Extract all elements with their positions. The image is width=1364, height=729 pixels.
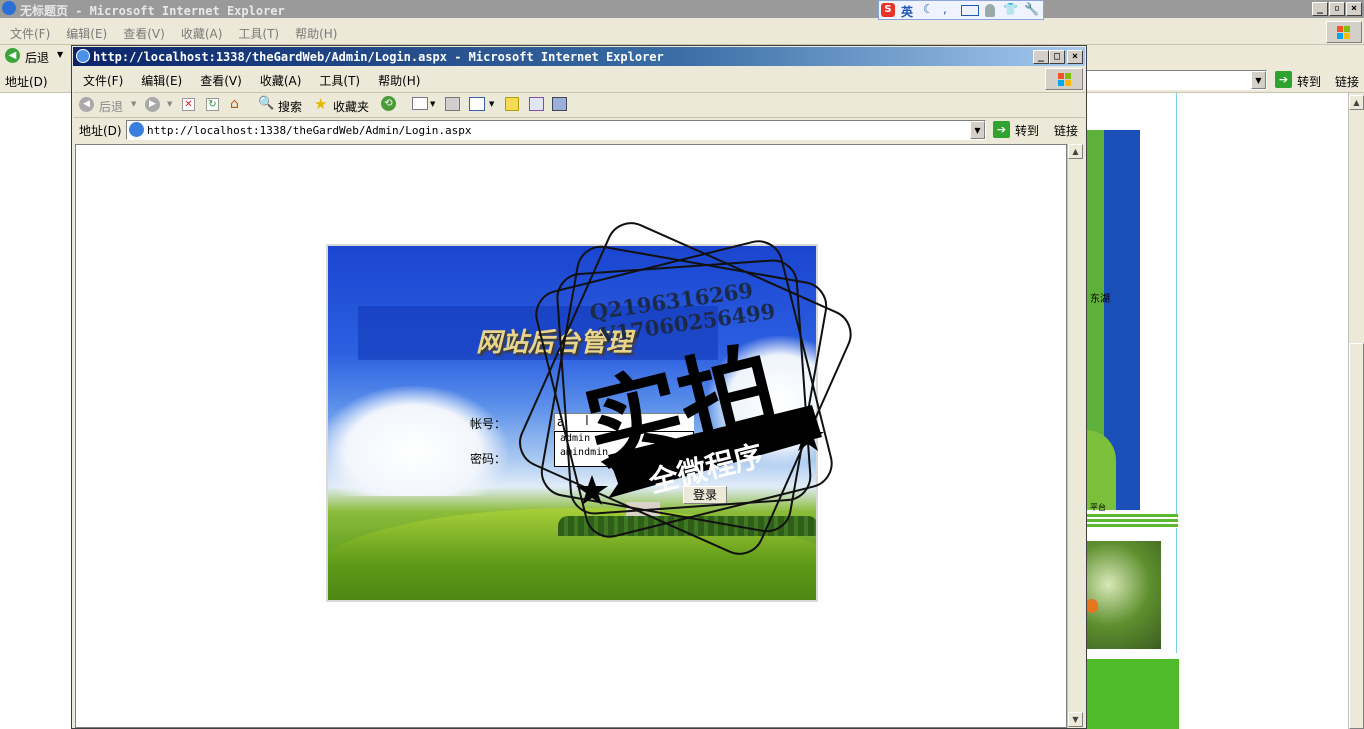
inner-menu-item-4[interactable]: 工具(T) (319, 74, 360, 88)
back-arrow-icon[interactable]: ◀ (5, 48, 20, 63)
account-label: 帐号： (470, 417, 507, 431)
outer-go-icon[interactable]: ➔ (1275, 71, 1292, 88)
mail-icon[interactable] (412, 97, 428, 110)
outer-scroll-thumb[interactable] (1349, 343, 1364, 729)
outer-title-bar: 无标题页 - Microsoft Internet Explorer _ ▫ × (0, 0, 1364, 18)
inner-window: http://localhost:1338/theGardWeb/Admin/L… (71, 45, 1087, 729)
mail-dropdown[interactable]: ▼ (430, 100, 435, 108)
bg-label-platform: 平台 (1090, 503, 1106, 512)
inner-maximize-button[interactable]: □ (1049, 50, 1065, 64)
outer-back-dropdown[interactable]: ▼ (57, 50, 63, 59)
inner-forward-dropdown[interactable]: ▼ (167, 100, 172, 108)
inner-scroll-down-button[interactable]: ▼ (1068, 712, 1083, 727)
outer-menu-item-1[interactable]: 编辑(E) (66, 27, 107, 41)
outer-close-button[interactable]: × (1346, 2, 1362, 16)
edit-dropdown[interactable]: ▼ (489, 100, 494, 108)
inner-window-title: http://localhost:1338/theGardWeb/Admin/L… (93, 50, 664, 64)
edit-icon[interactable] (469, 97, 485, 111)
inner-toolbar: ◀ 后退 ▼ ▶ ▼ ✕ ↻ ⌂ 🔍 搜索 ★ 收藏夹 ⟲ ▼ ▼ (73, 93, 1085, 118)
user-icon[interactable] (985, 4, 995, 17)
ime-toolbar[interactable]: S 英 ☾ , 👕 🔧 (878, 0, 1044, 20)
outer-menu-item-5[interactable]: 帮助(H) (295, 27, 337, 41)
inner-menu-item-2[interactable]: 查看(V) (200, 74, 242, 88)
bg-green-stripes (1086, 514, 1178, 528)
password-label: 密码： (470, 452, 507, 466)
outer-restore-button[interactable]: ▫ (1329, 2, 1345, 16)
bg-grass-strip (1086, 659, 1179, 729)
inner-back-icon[interactable]: ◀ (79, 97, 94, 112)
inner-address-input[interactable]: http://localhost:1338/theGardWeb/Admin/L… (126, 120, 986, 140)
outer-back-button[interactable]: 后退 (25, 49, 49, 66)
inner-windows-logo-icon (1045, 68, 1083, 90)
sogou-s-icon: S (881, 3, 895, 17)
outer-address-input[interactable]: ▼ (1084, 70, 1267, 90)
outer-window-title: 无标题页 - Microsoft Internet Explorer (20, 4, 285, 18)
outer-links-button[interactable]: 链接 (1335, 73, 1359, 90)
outer-menu-item-0[interactable]: 文件(F) (10, 27, 50, 41)
ie-icon (2, 1, 16, 15)
favorites-star-icon[interactable]: ★ (314, 95, 327, 113)
research-icon[interactable] (552, 97, 567, 111)
search-icon[interactable]: 🔍 (258, 96, 274, 111)
inner-scroll-up-button[interactable]: ▲ (1068, 144, 1083, 159)
page-icon (129, 122, 144, 137)
print-icon[interactable] (445, 97, 460, 111)
inner-title-bar: http://localhost:1338/theGardWeb/Admin/L… (73, 47, 1085, 66)
outer-vertical-scrollbar[interactable]: ▲ (1348, 93, 1364, 729)
inner-back-button[interactable]: 后退 (99, 98, 123, 115)
history-icon[interactable]: ⟲ (381, 96, 396, 111)
inner-vertical-scrollbar[interactable]: ▲ ▼ (1067, 144, 1084, 728)
punctuation-icon[interactable]: , (943, 2, 947, 16)
inner-menu-item-3[interactable]: 收藏(A) (260, 74, 302, 88)
outer-menu-item-4[interactable]: 工具(T) (238, 27, 279, 41)
shirt-icon[interactable]: 👕 (1003, 2, 1018, 16)
inner-favorites-button[interactable]: 收藏夹 (333, 98, 369, 115)
inner-menu-item-5[interactable]: 帮助(H) (378, 74, 420, 88)
cloud-left (328, 386, 508, 496)
moon-icon[interactable]: ☾ (923, 2, 934, 16)
inner-address-url[interactable]: http://localhost:1338/theGardWeb/Admin/L… (147, 124, 472, 137)
inner-close-button[interactable]: × (1067, 50, 1083, 64)
wrench-icon[interactable]: 🔧 (1024, 2, 1039, 16)
outer-go-button[interactable]: 转到 (1297, 73, 1321, 90)
messenger-icon[interactable] (529, 97, 544, 111)
outer-menu-item-3[interactable]: 收藏(A) (181, 27, 223, 41)
inner-address-bar: 地址(D) http://localhost:1338/theGardWeb/A… (73, 118, 1085, 142)
stop-icon[interactable]: ✕ (182, 98, 195, 111)
windows-logo-icon (1326, 21, 1362, 43)
inner-menu-bar: 文件(F) 编辑(E) 查看(V) 收藏(A) 工具(T) 帮助(H) (73, 67, 1085, 93)
outer-menu-item-2[interactable]: 查看(V) (123, 27, 165, 41)
inner-links-button[interactable]: 链接 (1054, 122, 1078, 139)
outer-menu-bar: 文件(F) 编辑(E) 查看(V) 收藏(A) 工具(T) 帮助(H) (0, 20, 1364, 45)
inner-menu-item-1[interactable]: 编辑(E) (141, 74, 182, 88)
discuss-icon[interactable] (505, 97, 519, 111)
bg-blue-panel: 东湖 平台 (1086, 130, 1140, 512)
bg-plant-photo (1086, 541, 1161, 649)
inner-go-button[interactable]: 转到 (1015, 122, 1039, 139)
inner-minimize-button[interactable]: _ (1033, 50, 1049, 64)
inner-back-dropdown[interactable]: ▼ (131, 100, 136, 108)
bg-label-east-lake: 东湖 (1090, 294, 1110, 305)
inner-forward-icon[interactable]: ▶ (145, 97, 160, 112)
inner-address-label: 地址(D) (79, 124, 122, 138)
watermark-stamp: Q2196316269 V17060256499 实拍 全微程序 (519, 222, 852, 555)
outer-scroll-up-button[interactable]: ▲ (1349, 95, 1364, 110)
refresh-icon[interactable]: ↻ (206, 98, 219, 111)
inner-menu-item-0[interactable]: 文件(F) (83, 74, 123, 88)
inner-address-dropdown[interactable]: ▼ (970, 121, 985, 139)
inner-search-button[interactable]: 搜索 (278, 98, 302, 115)
inner-ie-icon (76, 49, 90, 63)
home-icon[interactable]: ⌂ (230, 96, 239, 112)
outer-minimize-button[interactable]: _ (1312, 2, 1328, 16)
outer-address-label: 地址(D) (5, 75, 48, 89)
outer-address-dropdown[interactable]: ▼ (1251, 71, 1266, 89)
bg-vertical-line (1176, 93, 1177, 653)
inner-page-content: 网站后台管理 帐号： 密码： a I admin amindmin 登录 Q219… (75, 144, 1067, 728)
inner-go-icon[interactable]: ➔ (993, 121, 1010, 138)
ime-lang[interactable]: 英 (901, 3, 913, 20)
keyboard-icon[interactable] (961, 5, 979, 16)
